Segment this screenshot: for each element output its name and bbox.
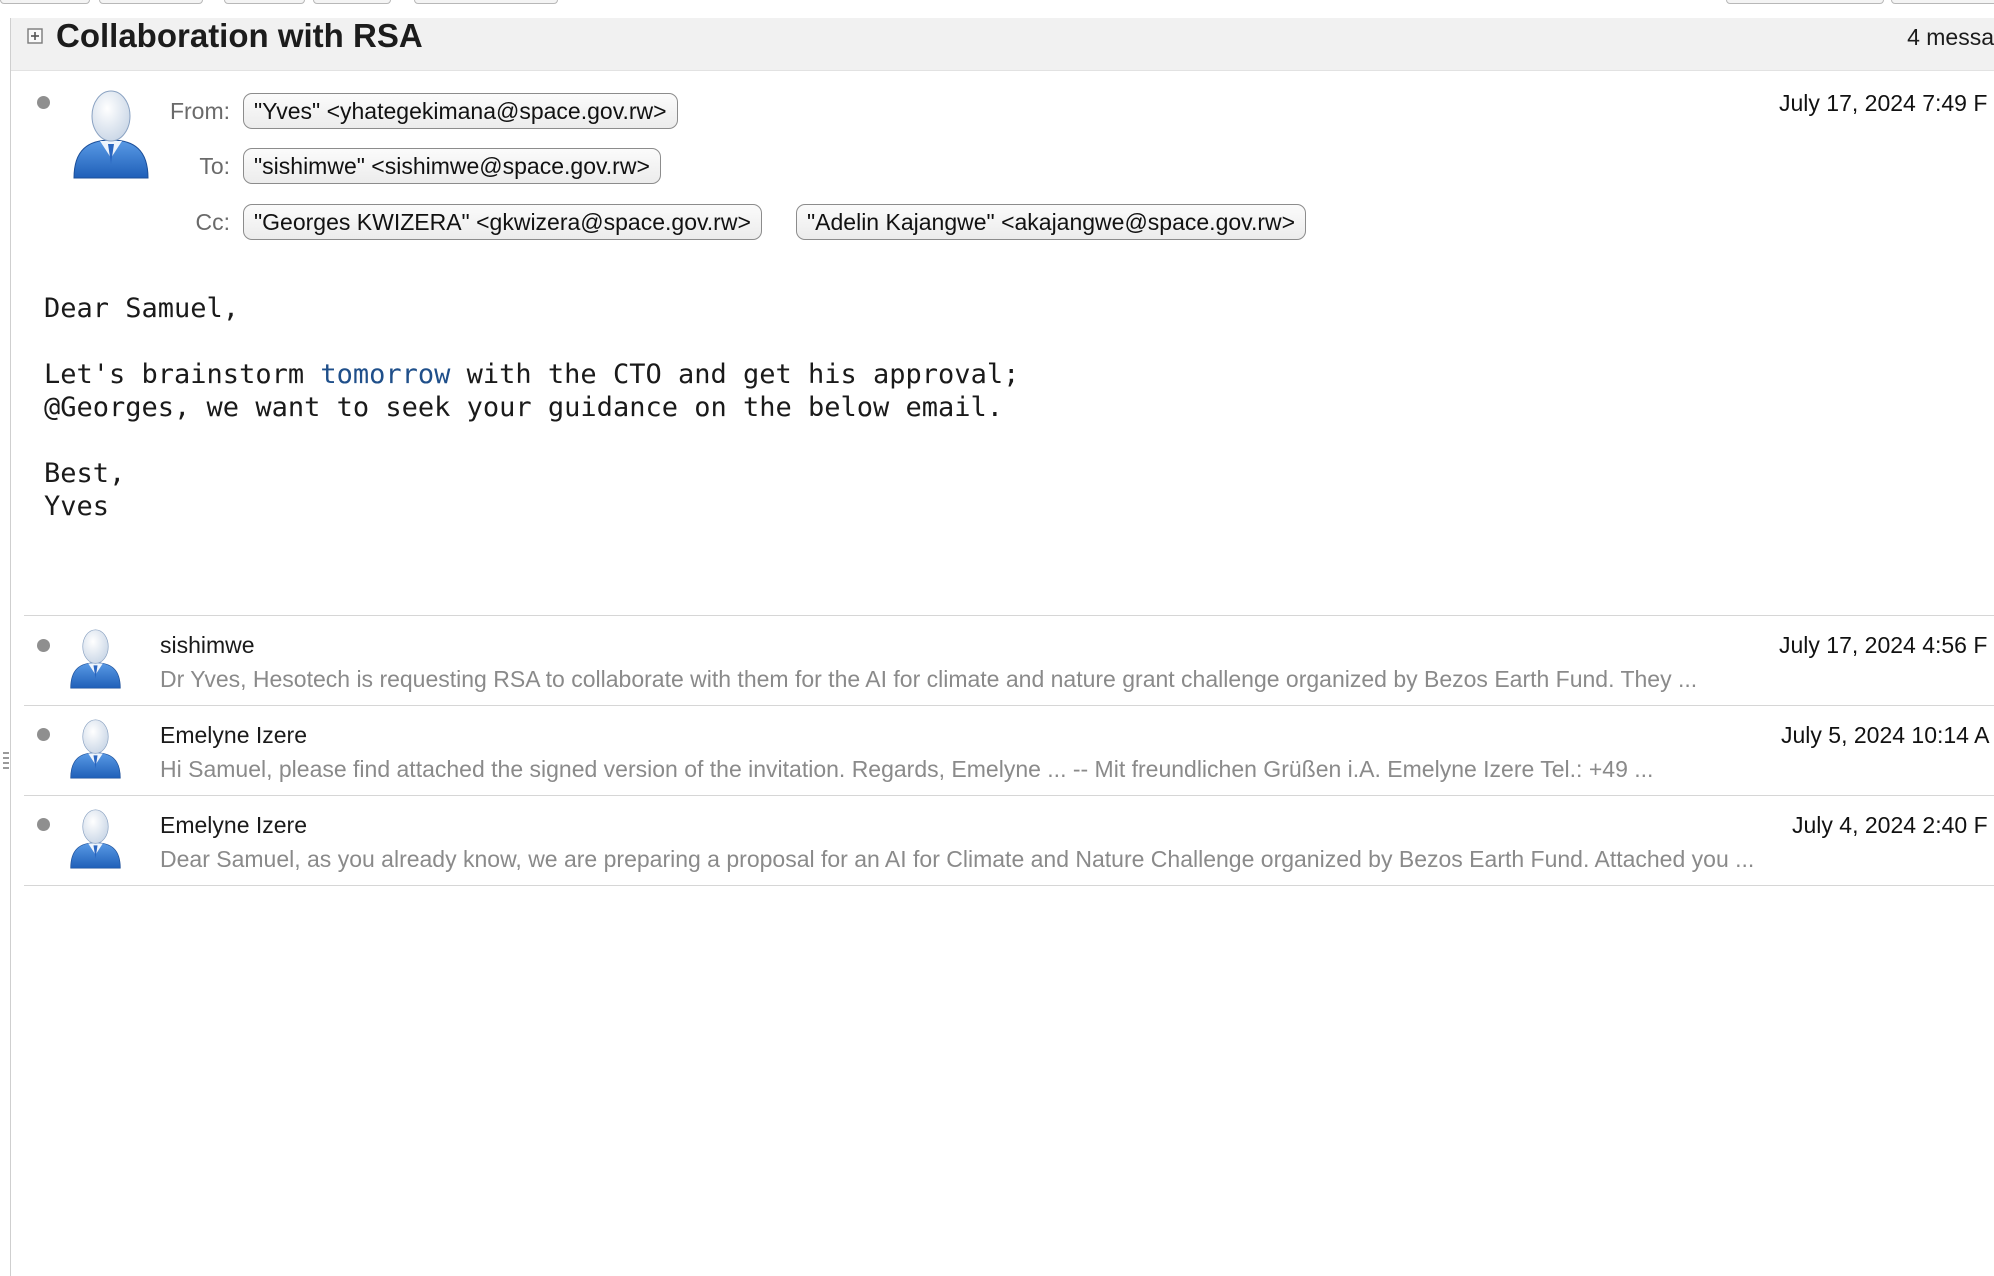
pane-divider (10, 18, 11, 1276)
toolbar-button[interactable] (414, 0, 558, 4)
message-separator (24, 705, 1994, 706)
to-address-pill[interactable]: "sishimwe" <sishimwe@space.gov.rw> (243, 148, 661, 184)
sender-name: Emelyne Izere (160, 812, 308, 838)
message-separator (24, 795, 1994, 796)
thread-title: Collaboration with RSA (56, 17, 423, 54)
body-closing: Best, (44, 458, 126, 489)
body-line: @Georges, we want to seek your guidance … (44, 392, 1004, 423)
message-separator (24, 885, 1994, 886)
message-count: 4 messa (1907, 24, 1994, 50)
message-separator (24, 615, 1994, 616)
mail-thread-view: Collaboration with RSA 4 messa From: "Yv (0, 0, 1994, 1276)
bullet-icon (37, 818, 50, 831)
body-line: Let's brainstorm (44, 359, 321, 390)
user-avatar-icon (70, 629, 121, 689)
sender-name: Emelyne Izere (160, 722, 308, 748)
cc-address-pill[interactable]: "Adelin Kajangwe" <akajangwe@space.gov.r… (796, 204, 1307, 240)
message-snippet: Dear Samuel, as you already know, we are… (160, 846, 1755, 872)
body-signature: Yves (44, 491, 110, 522)
bullet-icon (37, 639, 50, 652)
toolbar-button[interactable] (1891, 0, 1994, 4)
from-address-pill[interactable]: "Yves" <yhategekimana@space.gov.rw> (243, 93, 678, 129)
message-body: Dear Samuel, Let's brainstorm tomorrow w… (44, 292, 1019, 523)
user-avatar-icon (70, 719, 121, 779)
resize-grip-icon[interactable] (3, 752, 9, 782)
date-link[interactable]: tomorrow (320, 359, 450, 390)
toolbar-button[interactable] (0, 0, 90, 4)
to-label: To: (199, 153, 230, 179)
toolbar-button[interactable] (1726, 0, 1884, 4)
bullet-icon (37, 728, 50, 741)
message-date: July 17, 2024 4:56 F (1779, 632, 1988, 658)
thread-header: Collaboration with RSA 4 messa (11, 18, 1994, 71)
user-avatar-icon (70, 809, 121, 869)
toolbar-button[interactable] (99, 0, 203, 4)
message-date: July 5, 2024 10:14 A (1781, 722, 1990, 748)
body-line: with the CTO and get his approval; (450, 359, 1020, 390)
message-snippet: Dr Yves, Hesotech is requesting RSA to c… (160, 666, 1698, 692)
body-greeting: Dear Samuel, (44, 293, 240, 324)
message-date: July 4, 2024 2:40 F (1792, 812, 1988, 838)
message-date: July 17, 2024 7:49 F (1779, 90, 1988, 116)
message-snippet: Hi Samuel, please find attached the sign… (160, 756, 1654, 782)
sender-name: sishimwe (160, 632, 255, 658)
bullet-icon (37, 96, 50, 109)
toolbar-button[interactable] (313, 0, 391, 4)
toolbar-button[interactable] (224, 0, 305, 4)
cc-label: Cc: (195, 209, 231, 235)
plus-box-icon[interactable] (27, 28, 43, 44)
cc-address-pill[interactable]: "Georges KWIZERA" <gkwizera@space.gov.rw… (243, 204, 762, 240)
from-label: From: (169, 98, 230, 124)
